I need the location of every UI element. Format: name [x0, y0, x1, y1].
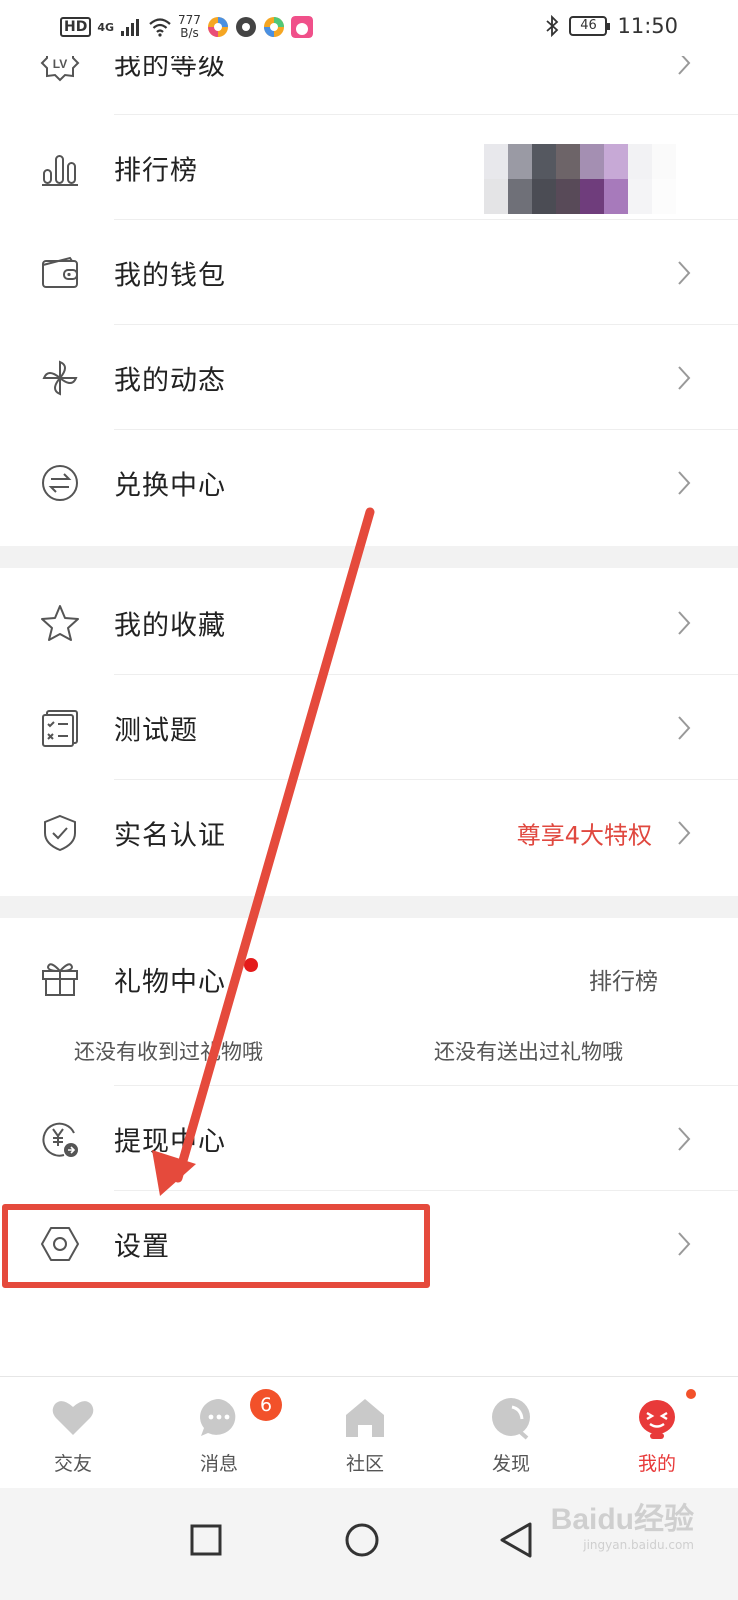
privilege-text: 尊享4大特权 — [516, 821, 652, 849]
home-icon — [346, 1399, 384, 1437]
tab-discover[interactable]: 发现 — [438, 1377, 584, 1489]
hd-indicator: HD — [60, 17, 92, 37]
watermark: Baidu经验 jingyan.baidu.com — [551, 1494, 694, 1552]
menu-item-label: 我的动态 — [114, 365, 226, 396]
signal-icon — [121, 19, 140, 36]
chat-bubble-icon — [200, 1399, 236, 1436]
app-notification-icon — [263, 17, 284, 37]
chevron-right-icon — [678, 470, 691, 495]
quiz-icon — [42, 709, 78, 747]
chevron-right-icon — [678, 1126, 691, 1151]
menu-item-favorites[interactable]: 我的收藏 — [0, 570, 738, 675]
gift-center-label: 礼物中心 — [114, 967, 226, 998]
section-gap — [0, 896, 738, 918]
notification-dot — [686, 1389, 696, 1399]
chevron-right-icon — [678, 820, 691, 845]
svg-text:LV: LV — [53, 57, 67, 71]
section-gap — [0, 546, 738, 568]
wifi-icon — [149, 18, 171, 37]
network-label: 4G — [97, 20, 115, 34]
app-notification-icon — [290, 16, 313, 38]
pinwheel-icon — [42, 360, 78, 395]
status-bar: HD 4G 777 B/s 46 11:50 — [0, 0, 738, 56]
menu-item-moments[interactable]: 我的动态 — [0, 325, 738, 430]
battery-indicator: 46 — [569, 16, 611, 36]
menu-item-wallet[interactable]: 我的钱包 — [0, 220, 738, 325]
watermark-url: jingyan.baidu.com — [583, 1538, 694, 1552]
wallet-icon — [42, 256, 78, 288]
gift-center-section[interactable]: 礼物中心 排行榜 还没有收到过礼物哦 还没有送出过礼物哦 — [0, 918, 738, 1086]
gift-icon — [42, 963, 78, 996]
app-notification-icon — [207, 17, 228, 37]
tab-label: 发现 — [491, 1453, 530, 1475]
chevron-right-icon — [678, 260, 691, 285]
menu-item-label: 兑换中心 — [114, 470, 226, 501]
net-speed-unit: B/s — [180, 26, 199, 40]
withdraw-icon — [42, 1122, 78, 1157]
menu-item-withdraw[interactable]: 提现中心 — [0, 1086, 738, 1191]
menu-item-label: 实名认证 — [114, 820, 226, 851]
chevron-right-icon — [678, 365, 691, 390]
notification-dot — [244, 958, 258, 972]
bottom-tab-bar: 交友 消息 6 社区 发现 我的 — [0, 1376, 738, 1489]
menu-item-label: 提现中心 — [114, 1126, 226, 1157]
blurred-avatars — [484, 144, 676, 214]
menu-item-label: 我的钱包 — [114, 260, 226, 291]
gifts-received-text: 还没有收到过礼物哦 — [74, 1040, 263, 1064]
tab-label: 社区 — [345, 1453, 384, 1475]
menu-item-label: 测试题 — [114, 715, 198, 746]
menu-item-label: 我的收藏 — [114, 610, 226, 641]
discover-icon — [492, 1398, 530, 1440]
status-left: HD 4G 777 B/s — [60, 14, 313, 40]
chevron-right-icon — [678, 610, 691, 635]
tab-label: 我的 — [637, 1453, 676, 1475]
menu-item-exchange[interactable]: 兑换中心 — [0, 430, 738, 535]
home-button[interactable] — [332, 1510, 392, 1570]
mascot-icon — [639, 1400, 675, 1439]
status-right: 46 11:50 — [545, 14, 678, 38]
back-button[interactable] — [486, 1510, 546, 1570]
bluetooth-icon — [546, 15, 559, 37]
chevron-right-icon — [678, 1231, 691, 1256]
annotation-highlight-box — [2, 1204, 430, 1288]
tab-label: 消息 — [199, 1453, 238, 1475]
tab-make-friends[interactable]: 交友 — [0, 1377, 146, 1489]
menu-item-verification[interactable]: 实名认证 尊享4大特权 — [0, 780, 738, 885]
recent-apps-button[interactable] — [176, 1510, 236, 1570]
heart-icon — [52, 1401, 94, 1435]
gifts-sent-text: 还没有送出过礼物哦 — [434, 1040, 623, 1064]
watermark-brand: Baidu经验 — [550, 1503, 694, 1536]
net-speed: 777 B/s — [178, 14, 201, 40]
gift-rank-link[interactable]: 排行榜 — [589, 962, 658, 996]
rank-bars-icon — [42, 154, 78, 186]
star-icon — [41, 604, 79, 641]
shield-check-icon — [44, 814, 76, 851]
app-notification-icon — [235, 17, 256, 37]
tab-community[interactable]: 社区 — [292, 1377, 438, 1489]
tab-label: 交友 — [53, 1453, 92, 1475]
exchange-icon — [42, 464, 78, 501]
tab-me[interactable]: 我的 — [584, 1377, 730, 1489]
menu-item-label: 排行榜 — [114, 155, 198, 186]
chevron-right-icon — [678, 715, 691, 740]
clock: 11:50 — [617, 14, 678, 38]
unread-badge: 6 — [250, 1389, 282, 1421]
menu-item-quiz[interactable]: 测试题 — [0, 675, 738, 780]
